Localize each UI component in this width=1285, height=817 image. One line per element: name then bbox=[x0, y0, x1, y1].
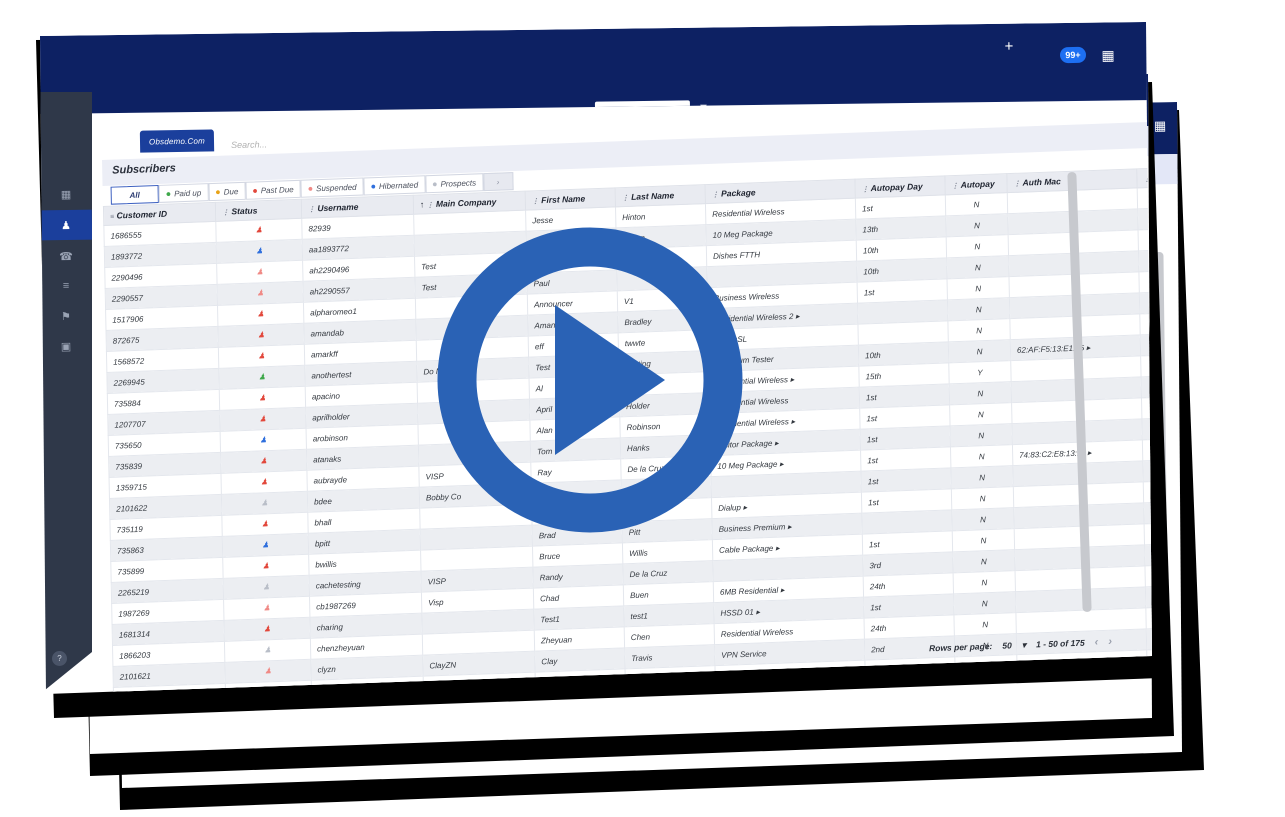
filter-tab-label: Due bbox=[223, 186, 239, 197]
rows-per-page-value[interactable]: 50 bbox=[1002, 640, 1012, 650]
notifications-badge[interactable]: 99+ bbox=[1059, 46, 1087, 64]
cell-autopay: N bbox=[947, 297, 1010, 321]
cell-autopay: N bbox=[950, 423, 1013, 447]
cell-autopay: N bbox=[945, 213, 1009, 237]
page-title: Subscribers bbox=[112, 162, 176, 177]
status-dot-icon: ● bbox=[370, 180, 377, 191]
page-range: 1 - 50 of 175 bbox=[1035, 637, 1085, 650]
cell-autopay: N bbox=[951, 486, 1014, 510]
status-person-icon: ♟ bbox=[259, 435, 267, 445]
next-page-button[interactable]: › bbox=[1108, 636, 1112, 648]
filter-tab-past-due[interactable]: ● Past Due bbox=[245, 179, 301, 200]
cell-autopay: N bbox=[945, 192, 1008, 216]
add-button[interactable]: + bbox=[1000, 37, 1018, 55]
status-person-icon: ♟ bbox=[264, 666, 272, 676]
cell-autopay: N bbox=[952, 549, 1016, 573]
cell-autopay: N bbox=[947, 318, 1011, 342]
status-person-icon: ♟ bbox=[263, 603, 271, 613]
sidebar-item-billing[interactable]: ≡ bbox=[46, 272, 86, 301]
status-person-icon: ♟ bbox=[261, 519, 269, 529]
filter-tab-label: Past Due bbox=[260, 184, 294, 195]
play-icon[interactable] bbox=[437, 227, 743, 533]
status-person-icon: ♟ bbox=[259, 414, 267, 424]
status-dot-icon: ● bbox=[431, 178, 438, 189]
sidebar-item-subscribers[interactable]: ♟ bbox=[40, 209, 92, 241]
filter-tab-due[interactable]: ● Due bbox=[208, 181, 246, 202]
grid-icon[interactable]: ▦ bbox=[1100, 46, 1116, 63]
more-dropdown[interactable]: More › bbox=[594, 100, 691, 115]
play-video-button[interactable] bbox=[437, 227, 743, 533]
status-person-icon: ♟ bbox=[260, 456, 268, 466]
status-person-icon: ♟ bbox=[260, 477, 268, 487]
status-person-icon: ♟ bbox=[255, 246, 264, 256]
filter-tabs-overflow-button[interactable]: › bbox=[482, 172, 514, 192]
filter-tab-hibernated[interactable]: ● Hibernated bbox=[363, 175, 426, 196]
status-person-icon: ♟ bbox=[255, 225, 263, 235]
filter-tab-label: Prospects bbox=[440, 177, 477, 189]
filter-tab-paid-up[interactable]: ● Paid up bbox=[158, 183, 209, 203]
app-topbar: + 99+ ▦ More › ▼― bbox=[40, 22, 1152, 114]
status-person-icon: ♟ bbox=[258, 372, 266, 382]
more-label: More bbox=[625, 104, 645, 115]
sort-arrow-icon: ↑ bbox=[419, 199, 425, 210]
cell-autopay: N bbox=[951, 507, 1015, 531]
chevron-right-icon: › bbox=[496, 177, 500, 187]
grid-icon[interactable]: ▦ bbox=[1154, 118, 1166, 134]
status-dot-icon: ● bbox=[165, 188, 172, 199]
rows-per-page-label: Rows per page: bbox=[928, 641, 993, 654]
prev-page-button[interactable]: ‹ bbox=[1095, 636, 1099, 648]
status-person-icon: ♟ bbox=[263, 645, 272, 655]
column-menu-icon[interactable]: ≡ bbox=[110, 214, 114, 221]
status-dot-icon: ● bbox=[307, 182, 314, 194]
cell-autopay: N bbox=[950, 465, 1014, 489]
filter-tab-label: Suspended bbox=[315, 182, 357, 193]
filter-tab-label: Hibernated bbox=[378, 180, 419, 191]
status-person-icon: ♟ bbox=[263, 624, 271, 634]
sidebar-item-network[interactable]: ⚑ bbox=[46, 302, 86, 331]
cell-autopay: N bbox=[950, 444, 1013, 468]
cell-autopay: N bbox=[949, 381, 1012, 405]
filter-tab-label: Paid up bbox=[174, 187, 202, 198]
search-placeholder: Search... bbox=[230, 139, 268, 151]
status-person-icon: ♟ bbox=[258, 393, 267, 403]
column-header-autopay[interactable]: ⋮ Autopay bbox=[944, 173, 1008, 195]
status-dot-icon: ● bbox=[252, 184, 258, 196]
cell-autopay: N bbox=[949, 402, 1013, 426]
cell-autopay: Y bbox=[948, 360, 1012, 384]
status-person-icon: ♟ bbox=[256, 309, 265, 319]
status-person-icon: ♟ bbox=[256, 288, 264, 298]
chevron-down-icon[interactable]: ▾ bbox=[1022, 639, 1027, 650]
filter-tab-prospects[interactable]: ● Prospects bbox=[424, 173, 484, 194]
filter-tab-all[interactable]: All bbox=[110, 184, 159, 205]
filter-tab-label: All bbox=[129, 190, 140, 200]
brand-chip[interactable]: Obsdemo.Com bbox=[139, 129, 215, 153]
cell-autopay: N bbox=[946, 255, 1009, 279]
promo-screenshot-stage: ▦ Rows per page: 50 ▾ 1 - 50 of 175 ‹ › … bbox=[0, 0, 1285, 817]
help-icon[interactable]: ? bbox=[52, 651, 67, 666]
cell-autopay: N bbox=[953, 612, 1017, 636]
status-person-icon: ♟ bbox=[257, 330, 265, 340]
left-sidebar: ▦ ♟ ☎ ≡ ⚑ ▣ ? bbox=[40, 92, 92, 694]
sidebar-item-reports[interactable]: ▣ bbox=[46, 332, 86, 361]
filter-icon[interactable]: ▼― bbox=[698, 101, 720, 114]
sidebar-item-support[interactable]: ☎ bbox=[46, 242, 86, 271]
status-person-icon: ♟ bbox=[256, 267, 264, 277]
status-person-icon: ♟ bbox=[257, 351, 266, 361]
status-person-icon: ♟ bbox=[261, 540, 270, 550]
filter-tab-suspended[interactable]: ● Suspended bbox=[300, 177, 364, 198]
status-person-icon: ♟ bbox=[262, 582, 270, 592]
chevron-right-icon: › bbox=[656, 104, 660, 114]
cell-autopay: N bbox=[948, 339, 1011, 363]
status-person-icon: ♟ bbox=[260, 498, 269, 508]
sidebar-item-dashboard[interactable]: ▦ bbox=[46, 180, 86, 209]
cell-autopay: N bbox=[952, 528, 1015, 552]
cell-autopay: N bbox=[947, 276, 1010, 300]
cell-autopay: N bbox=[953, 570, 1016, 594]
cell-autopay: N bbox=[946, 234, 1009, 258]
cell-autopay: N bbox=[953, 591, 1016, 615]
status-person-icon: ♟ bbox=[262, 561, 270, 571]
status-dot-icon: ● bbox=[215, 186, 221, 197]
